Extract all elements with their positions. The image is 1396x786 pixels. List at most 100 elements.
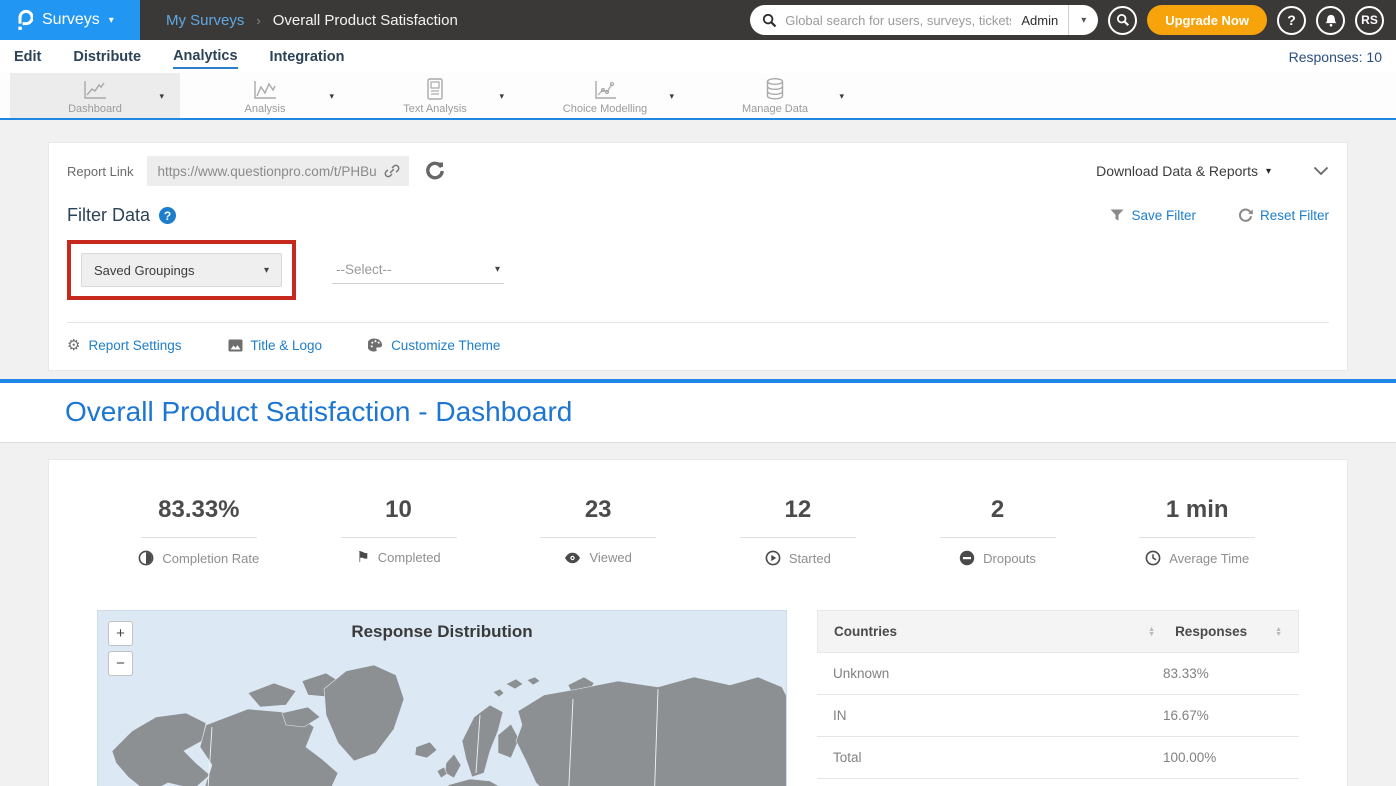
reset-filter-button[interactable]: Reset Filter bbox=[1238, 208, 1329, 223]
stat-started: 12 Started bbox=[698, 496, 898, 566]
question-mark-icon: ? bbox=[1287, 12, 1296, 28]
help-icon[interactable]: ? bbox=[159, 207, 176, 224]
chevron-down-icon: ▾ bbox=[1081, 15, 1086, 26]
report-settings-label: Report Settings bbox=[88, 338, 181, 353]
search-scope-dropdown[interactable]: ▾ bbox=[1068, 5, 1098, 35]
country-name: Total bbox=[833, 750, 1163, 765]
customize-theme-link[interactable]: Customize Theme bbox=[368, 338, 500, 353]
tab-dashboard[interactable]: Dashboard ▾ bbox=[10, 73, 180, 118]
stat-value: 23 bbox=[585, 496, 612, 524]
tab-label: Text Analysis bbox=[403, 103, 467, 115]
search-scope-label: Admin bbox=[1011, 13, 1068, 28]
completion-rate-icon bbox=[138, 550, 154, 566]
refresh-icon bbox=[1238, 208, 1253, 223]
saved-groupings-dropdown[interactable]: Saved Groupings ▾ bbox=[81, 253, 282, 287]
stat-value: 12 bbox=[785, 496, 812, 524]
country-name: Unknown bbox=[833, 666, 1163, 681]
top-bar: Surveys ▾ My Surveys › Overall Product S… bbox=[0, 0, 1396, 40]
chevron-down-icon: ▾ bbox=[109, 15, 114, 26]
divider bbox=[540, 537, 656, 538]
bell-icon bbox=[1324, 13, 1338, 28]
global-search[interactable]: Admin ▾ bbox=[750, 5, 1098, 35]
product-switcher[interactable]: Surveys ▾ bbox=[0, 0, 140, 40]
survey-nav: Edit Distribute Analytics Integration Re… bbox=[0, 40, 1396, 73]
saved-groupings-value: Saved Groupings bbox=[94, 263, 264, 278]
chevron-down-icon[interactable]: ▾ bbox=[669, 91, 674, 102]
divider bbox=[940, 537, 1056, 538]
report-link-field[interactable] bbox=[147, 156, 409, 186]
breadcrumb: My Surveys › Overall Product Satisfactio… bbox=[166, 12, 458, 29]
line-chart-icon bbox=[82, 77, 108, 101]
map-title: Response Distribution bbox=[98, 622, 786, 642]
qr-code-icon[interactable] bbox=[425, 161, 445, 181]
tab-distribute[interactable]: Distribute bbox=[73, 45, 141, 68]
chevron-down-icon[interactable]: ▾ bbox=[329, 91, 334, 102]
upgrade-now-button[interactable]: Upgrade Now bbox=[1147, 5, 1267, 35]
collapse-panel-button[interactable] bbox=[1313, 166, 1329, 176]
sort-icon[interactable]: ▲▼ bbox=[1275, 627, 1282, 637]
tab-label: Manage Data bbox=[742, 103, 808, 115]
topbar-actions: Admin ▾ Upgrade Now ? RS bbox=[750, 5, 1396, 35]
tab-edit[interactable]: Edit bbox=[14, 45, 41, 68]
stat-label-text: Completed bbox=[378, 550, 441, 565]
stat-dropouts: 2 Dropouts bbox=[898, 496, 1098, 566]
tab-analytics[interactable]: Analytics bbox=[173, 44, 237, 69]
stat-completion-rate: 83.33% Completion Rate bbox=[99, 496, 299, 566]
country-name: IN bbox=[833, 708, 1163, 723]
country-value: 83.33% bbox=[1163, 666, 1283, 681]
tab-text-analysis[interactable]: Text Analysis ▾ bbox=[350, 73, 520, 118]
reset-filter-label: Reset Filter bbox=[1260, 208, 1329, 223]
report-link-input[interactable] bbox=[157, 164, 383, 179]
minus-circle-icon bbox=[959, 550, 975, 566]
sort-icon[interactable]: ▲▼ bbox=[1148, 627, 1155, 637]
save-filter-label: Save Filter bbox=[1131, 208, 1196, 223]
column-countries[interactable]: Countries bbox=[834, 624, 1148, 639]
filter-select-dropdown[interactable]: --Select-- ▾ bbox=[332, 256, 504, 284]
stat-value: 10 bbox=[385, 496, 412, 524]
global-search-input[interactable] bbox=[785, 13, 1011, 28]
filter-actions: Save Filter Reset Filter bbox=[1110, 208, 1329, 223]
document-icon bbox=[425, 77, 445, 101]
report-settings-card: Report Link Download Data & Reports ▾ Fi… bbox=[48, 142, 1348, 371]
help-button[interactable]: ? bbox=[1277, 6, 1306, 35]
chevron-down-icon[interactable]: ▾ bbox=[159, 91, 164, 102]
scatter-chart-icon bbox=[592, 77, 618, 101]
stat-value: 2 bbox=[991, 496, 1004, 524]
tab-manage-data[interactable]: Manage Data ▾ bbox=[690, 73, 860, 118]
avatar-initials: RS bbox=[1361, 13, 1378, 27]
divider bbox=[740, 537, 856, 538]
red-highlight-annotation: Saved Groupings ▾ bbox=[67, 240, 296, 300]
link-icon[interactable] bbox=[383, 162, 401, 180]
report-settings-link[interactable]: ⚙ Report Settings bbox=[67, 336, 182, 354]
notifications-button[interactable] bbox=[1316, 6, 1345, 35]
filter-head-row: Filter Data ? Save Filter Reset Filter bbox=[49, 195, 1347, 226]
divider bbox=[341, 537, 457, 538]
play-circle-icon bbox=[765, 550, 781, 566]
download-data-reports-dropdown[interactable]: Download Data & Reports ▾ bbox=[1096, 163, 1271, 179]
chevron-down-icon[interactable]: ▾ bbox=[499, 91, 504, 102]
chevron-down-icon[interactable]: ▾ bbox=[839, 91, 844, 102]
breadcrumb-my-surveys[interactable]: My Surveys bbox=[166, 12, 244, 29]
save-filter-button[interactable]: Save Filter bbox=[1110, 208, 1196, 223]
stat-value: 83.33% bbox=[158, 496, 239, 524]
world-map[interactable] bbox=[98, 655, 787, 786]
report-link-label: Report Link bbox=[67, 164, 133, 179]
search-button[interactable] bbox=[1108, 6, 1137, 35]
dashboard-card: 83.33% Completion Rate 10 ⚑ Completed 23 bbox=[48, 459, 1348, 786]
divider bbox=[1139, 537, 1255, 538]
stat-viewed: 23 Viewed bbox=[498, 496, 698, 566]
title-logo-label: Title & Logo bbox=[251, 338, 323, 353]
title-logo-link[interactable]: Title & Logo bbox=[228, 338, 323, 353]
zoom-in-button[interactable]: + bbox=[108, 621, 133, 646]
report-config-links: ⚙ Report Settings Title & Logo Customize… bbox=[49, 323, 1347, 370]
brand-label: Surveys bbox=[42, 11, 100, 29]
stat-label-text: Started bbox=[789, 551, 831, 566]
eye-icon bbox=[564, 552, 581, 564]
avatar[interactable]: RS bbox=[1355, 6, 1384, 35]
tab-choice-modelling[interactable]: Choice Modelling ▾ bbox=[520, 73, 690, 118]
table-row: IN 16.67% bbox=[817, 695, 1299, 737]
tab-integration[interactable]: Integration bbox=[270, 45, 345, 68]
country-value: 16.67% bbox=[1163, 708, 1283, 723]
column-responses[interactable]: Responses bbox=[1175, 624, 1271, 639]
tab-analysis[interactable]: Analysis ▾ bbox=[180, 73, 350, 118]
